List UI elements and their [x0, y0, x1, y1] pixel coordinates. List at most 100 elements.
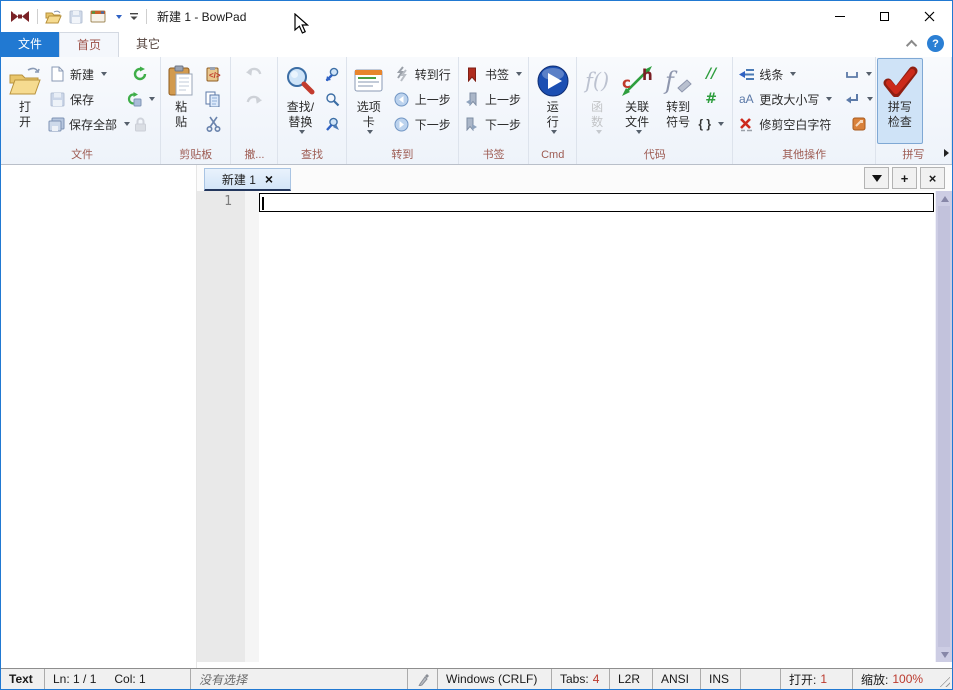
- find-next-button[interactable]: [321, 63, 343, 85]
- change-case-button[interactable]: aA 更改大小写: [734, 88, 844, 110]
- tab-close-icon[interactable]: ×: [265, 172, 273, 186]
- goto-prev-button[interactable]: 上一步: [390, 88, 454, 110]
- tab-list-icon: [871, 174, 882, 182]
- redo-button[interactable]: [241, 90, 267, 112]
- reload-button[interactable]: [127, 63, 153, 85]
- scrollbar-thumb[interactable]: [938, 206, 950, 647]
- group-goto-body: 选项 卡 转到行 上一步 下一步: [348, 58, 457, 147]
- group-label: 剪贴板: [179, 149, 213, 161]
- file-icon-buttons: [127, 58, 155, 135]
- group-find-body: 查找/ 替换: [279, 58, 344, 147]
- group-bookmarks-body: 书签 上一步 下一步: [460, 58, 527, 147]
- cut-button[interactable]: [200, 113, 226, 135]
- maximize-icon: [880, 12, 889, 21]
- clipboard-paste-icon: [167, 62, 195, 100]
- scroll-down-button[interactable]: [936, 647, 952, 662]
- scroll-up-button[interactable]: [936, 191, 952, 206]
- statusbar-open-label: 打开:: [789, 672, 817, 687]
- open-folder-icon[interactable]: [45, 10, 62, 24]
- explorer-button[interactable]: [844, 113, 874, 135]
- tab-options-button[interactable]: 选项 卡: [348, 58, 390, 144]
- qat-customize-icon[interactable]: [129, 12, 139, 21]
- help-button[interactable]: ?: [927, 35, 944, 52]
- statusbar-position[interactable]: Ln: 1 / 1 Col: 1: [45, 669, 191, 689]
- file-tree-panel[interactable]: [1, 165, 197, 668]
- save-all-button[interactable]: 保存全部: [45, 113, 131, 135]
- minimize-icon: [834, 16, 845, 17]
- document-tab[interactable]: 新建 1 ×: [204, 168, 291, 191]
- recent-files-dropdown-icon[interactable]: [116, 14, 122, 19]
- whitespace-button[interactable]: [844, 63, 874, 85]
- title-bar[interactable]: 新建 1 - BowPad: [1, 1, 952, 32]
- statusbar-eol[interactable]: Windows (CRLF): [438, 669, 552, 689]
- goto-symbol-button[interactable]: f 转到 符号: [658, 58, 698, 144]
- spell-check-button[interactable]: 拼写 检查: [876, 58, 923, 144]
- undo-button[interactable]: [241, 62, 267, 84]
- current-line-frame: [259, 193, 934, 212]
- trim-whitespace-button[interactable]: 修剪空白字符: [734, 113, 844, 135]
- ribbon-group-undo: 撤...: [231, 57, 279, 164]
- status-bar: Text Ln: 1 / 1 Col: 1 没有选择 Windows (CRLF…: [1, 668, 952, 689]
- statusbar-open-count[interactable]: 打开: 1: [781, 669, 853, 689]
- new-tab-button[interactable]: +: [892, 167, 917, 189]
- paste-special-button[interactable]: </>: [200, 63, 226, 85]
- close-button[interactable]: [907, 1, 952, 32]
- save-icon[interactable]: [69, 10, 83, 24]
- tab-options-icon: [353, 62, 385, 100]
- comment-button[interactable]: //: [698, 63, 724, 85]
- statusbar-tabs[interactable]: Tabs: 4: [552, 669, 610, 689]
- recent-files-icon[interactable]: [90, 10, 106, 23]
- save-button[interactable]: 保存: [45, 88, 127, 110]
- vertical-scrollbar[interactable]: [935, 191, 952, 662]
- bookmark-next-button[interactable]: 下一步: [460, 113, 525, 135]
- ribbon-tab-file[interactable]: 文件: [1, 32, 60, 57]
- run-button[interactable]: 运 行: [533, 58, 573, 144]
- maximize-button[interactable]: [862, 1, 907, 32]
- minimize-button[interactable]: [817, 1, 862, 32]
- save-icon: [48, 90, 66, 108]
- find-prev-button[interactable]: [321, 88, 343, 110]
- statusbar-doc-type[interactable]: Text: [1, 669, 45, 689]
- braces-button[interactable]: { }: [698, 113, 725, 135]
- goto-line-button[interactable]: 转到行: [390, 63, 454, 85]
- lines-button[interactable]: 线条: [734, 63, 844, 85]
- tab-list-button[interactable]: [864, 167, 889, 189]
- ribbon-tab-home[interactable]: 首页: [59, 32, 120, 57]
- statusbar-encoding[interactable]: ANSI: [653, 669, 701, 689]
- new-button[interactable]: 新建: [45, 63, 127, 85]
- resize-grip[interactable]: [937, 674, 950, 687]
- window-controls: [817, 1, 952, 32]
- statusbar-selection[interactable]: 没有选择: [191, 669, 408, 689]
- spell-flyout-arrow-icon[interactable]: [944, 149, 949, 157]
- goto-next-button[interactable]: 下一步: [390, 113, 454, 135]
- svg-text:h: h: [642, 66, 653, 84]
- statusbar-line-info: Ln: 1 / 1: [53, 672, 97, 686]
- statusbar-style-button[interactable]: [408, 669, 438, 689]
- reload-encoding-button[interactable]: [127, 88, 155, 110]
- other-labeled-buttons: 线条 aA 更改大小写 修剪空白字符: [734, 58, 844, 135]
- statusbar-zoom[interactable]: 缩放: 100%: [853, 669, 952, 689]
- functions-button[interactable]: f() 函 数: [578, 58, 616, 144]
- editor-text-area[interactable]: [259, 191, 935, 662]
- find-all-button[interactable]: [321, 113, 343, 135]
- paste-special-icon: </>: [204, 65, 222, 83]
- ribbon-tab-other[interactable]: 其它: [119, 32, 177, 57]
- bookmark-prev-button[interactable]: 上一步: [460, 88, 525, 110]
- group-label: 文件: [71, 149, 94, 161]
- copy-button[interactable]: [200, 88, 226, 110]
- paste-button[interactable]: 粘 贴: [162, 58, 200, 144]
- statusbar-direction[interactable]: L2R: [610, 669, 653, 689]
- ribbon-group-bookmarks: 书签 上一步 下一步 书签: [459, 57, 530, 164]
- lines-label: 线条: [759, 67, 784, 82]
- related-files-button[interactable]: ch 关联 文件: [616, 58, 658, 144]
- close-tab-button[interactable]: ×: [920, 167, 945, 189]
- line-ending-button[interactable]: [844, 88, 874, 110]
- lock-button[interactable]: [127, 113, 153, 135]
- bookmark-button[interactable]: 书签: [460, 63, 525, 85]
- find-replace-button[interactable]: 查找/ 替换: [279, 58, 321, 144]
- style-indicator-icon: [417, 673, 429, 686]
- statusbar-typing-mode[interactable]: INS: [701, 669, 741, 689]
- group-label: 代码: [643, 149, 666, 161]
- open-button[interactable]: 打 开: [5, 58, 45, 144]
- uncomment-button[interactable]: #: [698, 88, 724, 110]
